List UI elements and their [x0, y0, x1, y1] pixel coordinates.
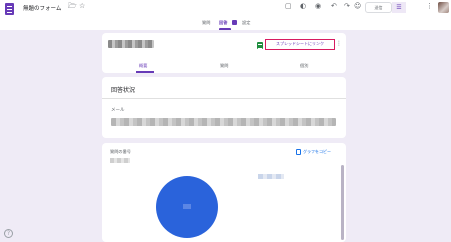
- legend-item: [258, 174, 284, 179]
- palette-icon[interactable]: ◐: [300, 3, 306, 10]
- tab-questions[interactable]: 質問: [202, 20, 210, 26]
- tab-responses[interactable]: 回答: [219, 20, 227, 26]
- add-collaborator-icon[interactable]: ☺: [354, 3, 361, 10]
- form-title[interactable]: 無題のフォーム: [23, 4, 61, 12]
- forms-logo-icon: [5, 3, 14, 15]
- responses-summary-card: スプレッドシートにリンク ⋮ 概要 質問 個別: [102, 33, 346, 73]
- undo-icon[interactable]: ↶: [331, 3, 337, 10]
- status-title: 回答状況: [111, 87, 136, 94]
- customize-theme-icon[interactable]: ▢: [285, 3, 292, 10]
- response-count-text: [110, 158, 130, 163]
- more-options-icon[interactable]: ⋮: [336, 41, 342, 47]
- subtab-individual[interactable]: 個別: [300, 63, 308, 69]
- pie-center-label: [183, 204, 191, 209]
- copy-chart-button[interactable]: グラフをコピー: [303, 149, 331, 155]
- tab-settings[interactable]: 設定: [242, 20, 250, 26]
- help-icon[interactable]: ?: [4, 229, 13, 238]
- preview-icon[interactable]: ◉: [315, 3, 321, 10]
- email-label: メール: [111, 108, 125, 113]
- subtab-summary[interactable]: 概要: [139, 63, 147, 69]
- question-title: 質問の番号: [110, 149, 131, 154]
- response-count-badge: [232, 20, 237, 25]
- pie-chart: [156, 176, 218, 238]
- active-subtab-indicator: [136, 71, 154, 73]
- avatar[interactable]: [438, 2, 449, 13]
- star-icon[interactable]: ☆: [79, 3, 85, 10]
- copy-icon[interactable]: [296, 149, 301, 155]
- response-status-card: 回答状況 メール: [102, 77, 346, 138]
- question-chart-card: 質問の番号 グラフをコピー: [102, 143, 346, 242]
- redo-icon[interactable]: ↷: [344, 3, 350, 10]
- top-bar: 無題のフォーム 🗁 ☆ ▢ ◐ ◉ ↶ ↷ ☺ 送信 ☰ ⋮ 質問 回答 設定: [0, 0, 451, 30]
- email-list: [111, 118, 336, 126]
- more-vert-icon[interactable]: ⋮: [426, 3, 433, 10]
- folder-icon[interactable]: 🗁: [68, 3, 77, 10]
- link-to-sheets-button[interactable]: スプレッドシートにリンク: [265, 39, 335, 50]
- form-tabs: 質問 回答 設定: [0, 19, 451, 30]
- response-count-heading: [108, 40, 154, 48]
- send-options-icon[interactable]: ☰: [392, 2, 406, 13]
- subtab-question[interactable]: 質問: [220, 63, 228, 69]
- sheets-icon[interactable]: [257, 42, 263, 49]
- scrollbar[interactable]: [341, 165, 344, 240]
- divider: [102, 98, 346, 99]
- send-button[interactable]: 送信: [365, 2, 392, 13]
- active-tab-indicator: [219, 28, 231, 30]
